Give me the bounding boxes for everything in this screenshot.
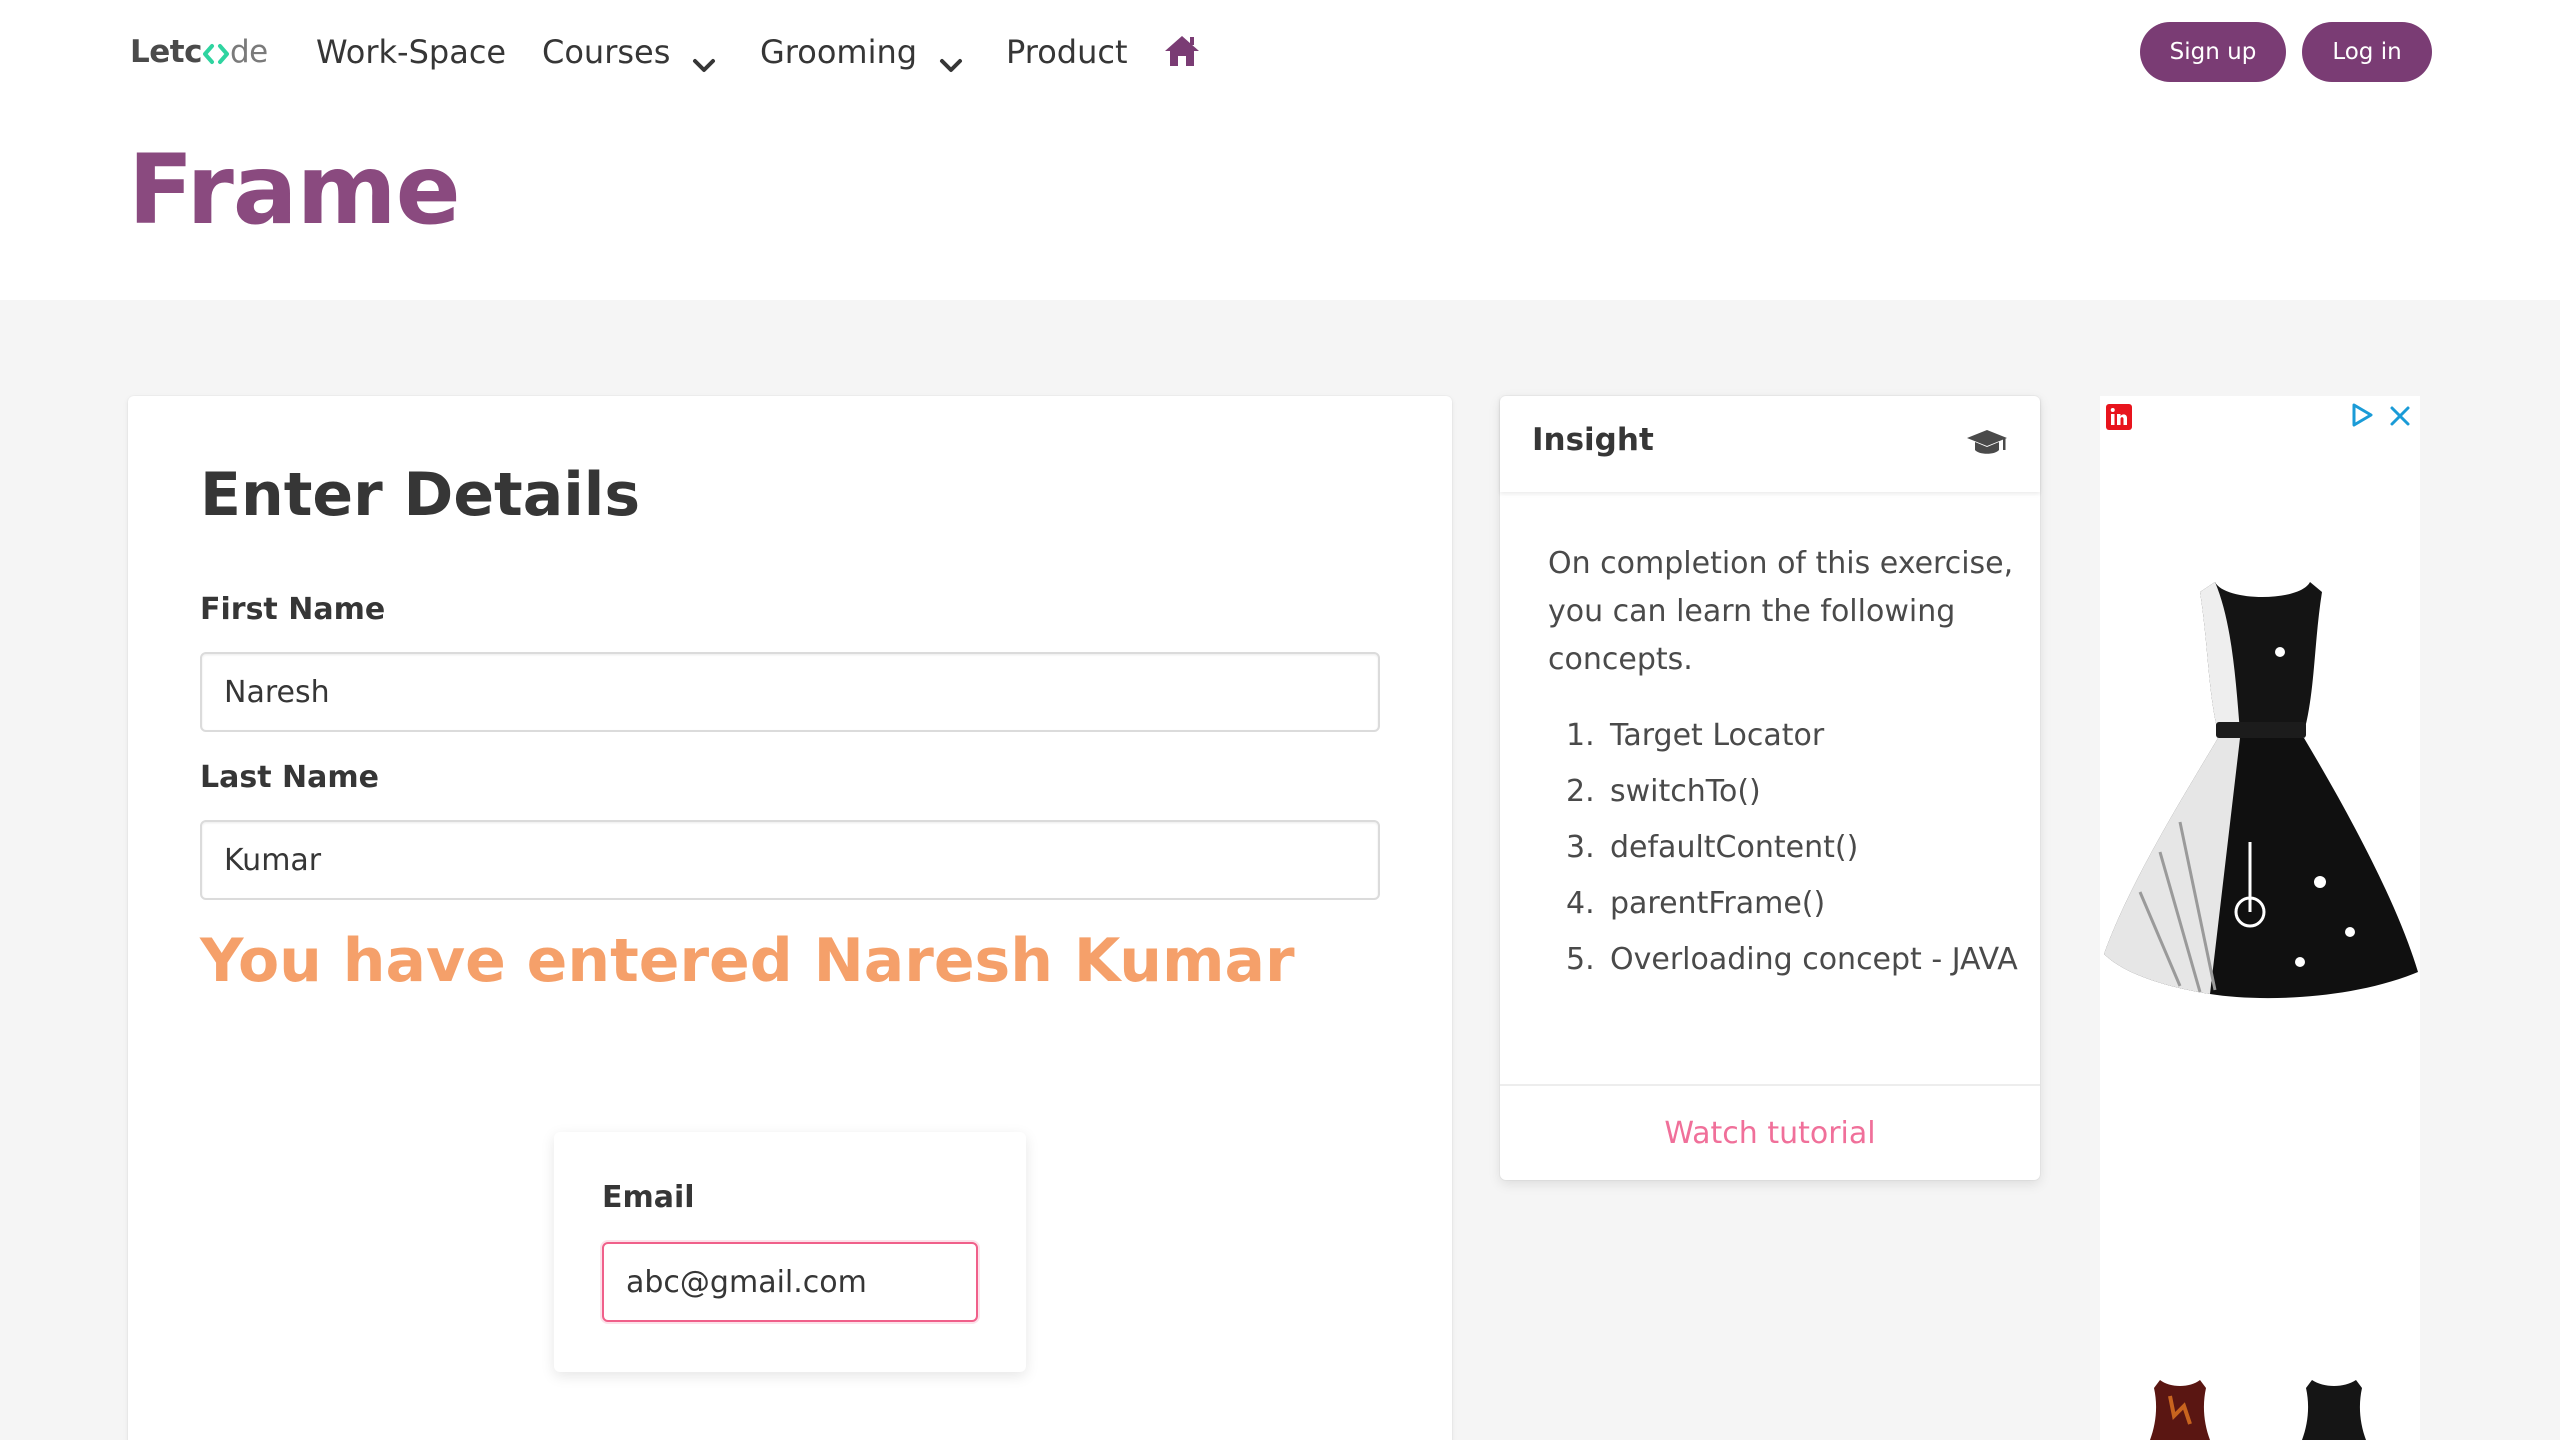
advertisement-banner[interactable] bbox=[2100, 396, 2420, 1440]
insight-header: Insight bbox=[1500, 396, 2040, 492]
dress-thumbnail-black bbox=[2294, 1376, 2374, 1440]
enter-details-card: Enter Details First Name Last Name You h… bbox=[128, 396, 1452, 1440]
list-item-text: switchTo() bbox=[1610, 774, 1761, 809]
insight-footer: Watch tutorial bbox=[1500, 1084, 2040, 1180]
login-button[interactable]: Log in bbox=[2302, 22, 2432, 82]
chevron-down-icon bbox=[692, 44, 716, 72]
page-title: Frame bbox=[128, 134, 461, 246]
list-item: 1. Target Locator bbox=[1548, 712, 2018, 760]
watch-tutorial-link[interactable]: Watch tutorial bbox=[1664, 1116, 1875, 1151]
last-name-input[interactable] bbox=[200, 820, 1380, 900]
entered-name-result: You have entered Naresh Kumar bbox=[200, 926, 1295, 996]
insight-intro: On completion of this exercise, you can … bbox=[1548, 546, 2014, 677]
insight-title: Insight bbox=[1532, 422, 1654, 458]
insight-card: Insight On completion of this exercise, … bbox=[1500, 396, 2040, 1180]
brand-logo-suffix: de bbox=[229, 34, 268, 70]
list-item-number: 3. bbox=[1566, 830, 1595, 865]
nav-grooming-label: Grooming bbox=[760, 33, 918, 71]
nav-grooming-dropdown[interactable]: Grooming bbox=[760, 28, 963, 76]
email-label: Email bbox=[602, 1180, 695, 1215]
graduation-cap-icon bbox=[1966, 428, 2008, 458]
nav-work-space-label: Work-Space bbox=[316, 33, 507, 71]
home-icon[interactable] bbox=[1163, 34, 1201, 68]
concept-list: 1. Target Locator 2. switchTo() 3. defaultC… bbox=[1548, 712, 2018, 992]
nav-product-label: Product bbox=[1006, 33, 1128, 71]
nav-work-space[interactable]: Work-Space bbox=[316, 28, 506, 76]
brand-logo[interactable]: Letc de bbox=[130, 30, 268, 74]
first-name-label: First Name bbox=[200, 592, 386, 627]
ad-brand-icon bbox=[2106, 404, 2132, 430]
list-item-text: Target Locator bbox=[1610, 718, 1825, 753]
signup-button[interactable]: Sign up bbox=[2140, 22, 2286, 82]
last-name-label: Last Name bbox=[200, 760, 379, 795]
list-item: 2. switchTo() bbox=[1548, 768, 2018, 816]
list-item: 5. Overloading concept - JAVA bbox=[1548, 936, 2018, 984]
email-frame: Email bbox=[554, 1132, 1026, 1372]
email-input[interactable] bbox=[602, 1242, 978, 1322]
nav-product[interactable]: Product bbox=[1006, 28, 1128, 76]
list-item-text: Overloading concept - JAVA bbox=[1610, 942, 2018, 977]
nav-courses-dropdown[interactable]: Courses bbox=[542, 28, 716, 76]
nav-courses-label: Courses bbox=[542, 33, 671, 71]
list-item-text: parentFrame() bbox=[1610, 886, 1826, 921]
dress-product-image bbox=[2100, 582, 2420, 1022]
brand-logo-prefix: Letc bbox=[130, 34, 202, 70]
list-item-number: 4. bbox=[1566, 886, 1595, 921]
list-item-number: 2. bbox=[1566, 774, 1595, 809]
list-item-number: 1. bbox=[1566, 718, 1595, 753]
first-name-input[interactable] bbox=[200, 652, 1380, 732]
logo-code-icon bbox=[202, 39, 229, 65]
close-icon[interactable] bbox=[2388, 404, 2412, 428]
dress-thumbnail-red bbox=[2140, 1376, 2220, 1440]
chevron-down-icon bbox=[939, 44, 963, 72]
list-item: 3. defaultContent() bbox=[1548, 824, 2018, 872]
page-header: Letc de Work-Space Courses Grooming Prod… bbox=[0, 0, 2560, 300]
list-item-number: 5. bbox=[1566, 942, 1595, 977]
navbar: Letc de Work-Space Courses Grooming Prod… bbox=[0, 0, 2560, 104]
form-heading: Enter Details bbox=[200, 460, 641, 530]
ad-choices-icon[interactable] bbox=[2350, 402, 2374, 428]
list-item: 4. parentFrame() bbox=[1548, 880, 2018, 928]
list-item-text: defaultContent() bbox=[1610, 830, 1859, 865]
